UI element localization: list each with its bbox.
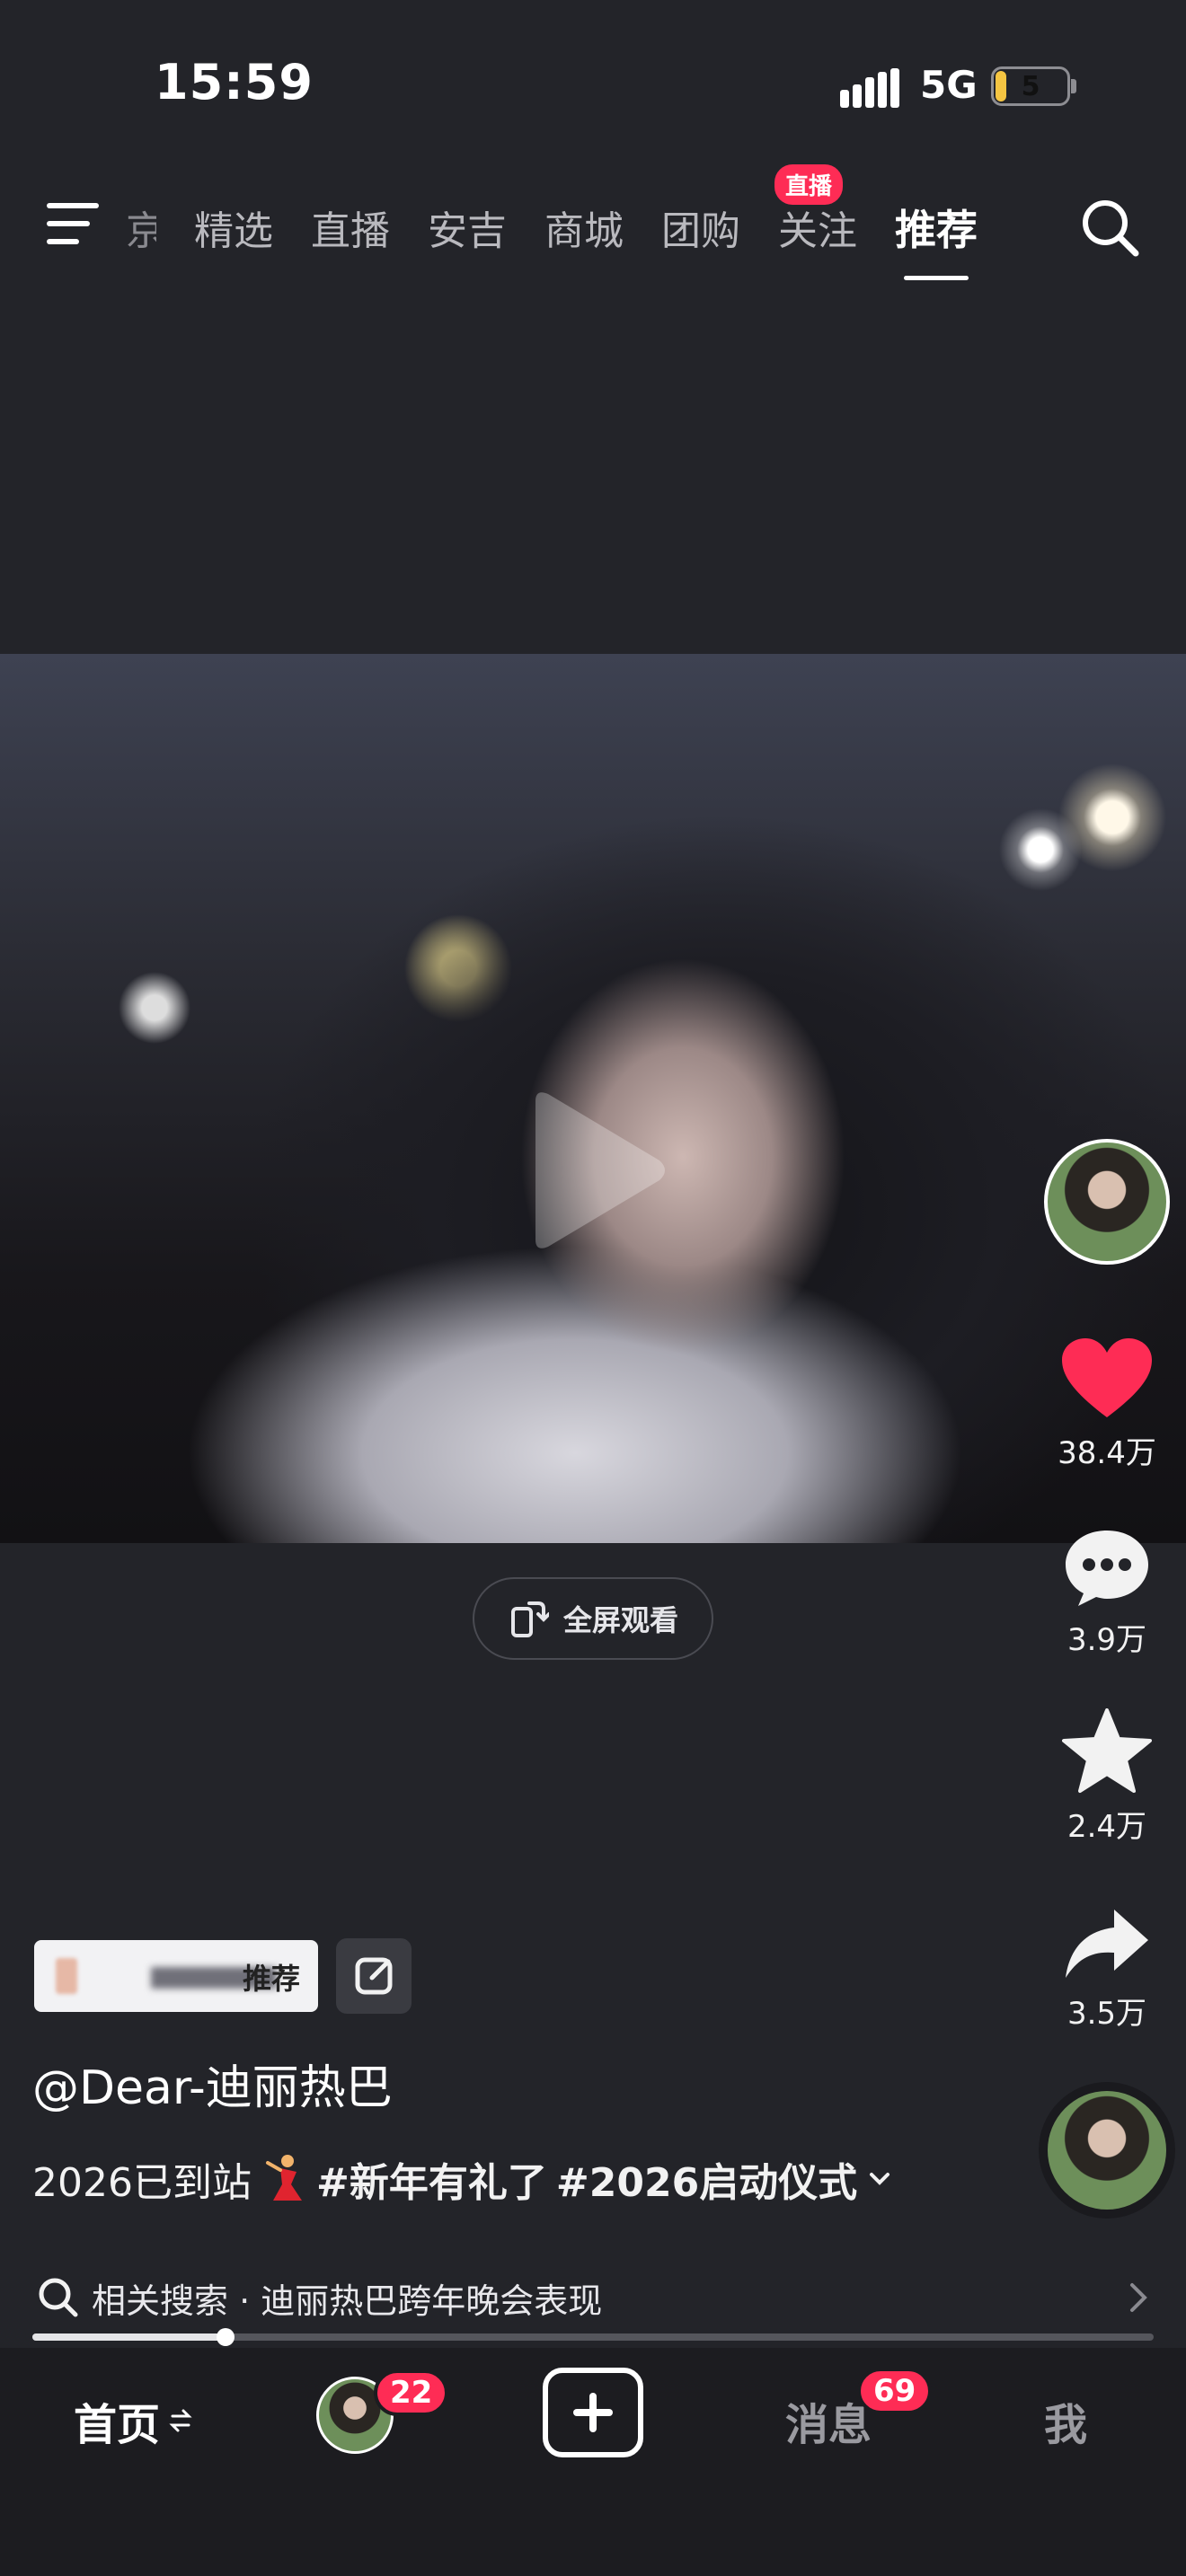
recommend-tag[interactable]: 推荐 [34, 1940, 318, 2012]
share-icon [1066, 1910, 1148, 1978]
nav-home-label: 首页 [74, 2400, 161, 2450]
messages-badge: 69 [857, 2368, 933, 2414]
tab-featured[interactable]: 精选 [194, 198, 273, 256]
chevron-right-icon [1130, 2283, 1147, 2312]
recommend-label: 推荐 [242, 1962, 300, 1996]
share-action[interactable]: 3.5万 [1033, 1906, 1181, 2033]
author-name[interactable]: @Dear-迪丽热巴 [32, 2050, 393, 2117]
swap-icon [169, 2409, 192, 2432]
star-icon [1062, 1708, 1152, 1793]
comment-action[interactable]: 3.9万 [1033, 1527, 1181, 1659]
related-search-bar[interactable]: 相关搜索 · 迪丽热巴跨年晚会表现 [0, 2260, 1186, 2335]
plus-icon [573, 2393, 613, 2432]
menu-icon[interactable] [45, 199, 106, 248]
edit-button[interactable] [336, 1938, 412, 2014]
tab-following[interactable]: 关注 直播 [774, 164, 857, 256]
favorite-action[interactable]: 2.4万 [1033, 1708, 1181, 1846]
tab-recommend[interactable]: 推荐 [895, 198, 978, 280]
fullscreen-label: 全屏观看 [562, 1603, 678, 1637]
tab-partial[interactable]: 京 [126, 198, 156, 256]
video-description[interactable]: 2026已到站 #新年有礼了 #2026启动仪式 [32, 2150, 893, 2208]
hashtag-new-year-gift[interactable]: #新年有礼了 [316, 2150, 547, 2208]
nav-me[interactable]: 我 [1044, 2389, 1087, 2452]
video-progress-bar[interactable] [32, 2328, 1154, 2346]
rotate-screen-icon [510, 1601, 549, 1637]
redacted-icon [56, 1958, 77, 1994]
chevron-down-icon[interactable] [866, 2166, 893, 2192]
music-disc[interactable] [1048, 2091, 1166, 2210]
nav-home[interactable]: 首页 [74, 2389, 192, 2452]
top-tabs: 京 精选 直播 安吉 商城 团购 关注 直播 推荐 [126, 164, 1015, 280]
comment-icon [1066, 1531, 1148, 1606]
like-action[interactable]: 38.4万 [1033, 1338, 1181, 1472]
share-count: 3.5万 [1067, 1996, 1147, 2032]
create-button[interactable] [543, 2368, 643, 2457]
tab-live[interactable]: 直播 [311, 198, 390, 256]
search-icon[interactable] [1078, 196, 1141, 259]
author-avatar[interactable] [1044, 1139, 1170, 1265]
description-text: 2026已到站 [32, 2160, 252, 2206]
hashtag-2026-launch[interactable]: #2026启动仪式 [556, 2150, 857, 2208]
status-time: 15:59 [155, 54, 314, 110]
comment-count: 3.9万 [1067, 1622, 1147, 1658]
progress-handle[interactable] [216, 2328, 235, 2346]
fullscreen-button[interactable]: 全屏观看 [473, 1577, 713, 1660]
tab-anji[interactable]: 安吉 [428, 198, 507, 256]
search-icon [39, 2278, 78, 2317]
tab-mall[interactable]: 商城 [544, 198, 624, 256]
progress-fill [32, 2333, 226, 2341]
friends-badge: 22 [374, 2369, 449, 2416]
signal-icon [840, 68, 899, 108]
network-type: 5G [920, 63, 978, 107]
favorite-count: 2.4万 [1067, 1809, 1147, 1845]
tab-group-buy[interactable]: 团购 [661, 198, 740, 256]
live-badge: 直播 [774, 164, 844, 205]
related-search-text: 相关搜索 · 迪丽热巴跨年晚会表现 [92, 2280, 603, 2321]
battery-level: 5 [1021, 71, 1040, 102]
edit-icon [355, 1957, 393, 1995]
battery-cap [1071, 79, 1076, 93]
battery-icon: 5 [991, 66, 1070, 106]
like-count: 38.4万 [1058, 1435, 1156, 1471]
play-icon[interactable] [518, 1085, 670, 1256]
heart-icon [1062, 1338, 1152, 1417]
dancer-emoji-icon [265, 2155, 302, 2201]
